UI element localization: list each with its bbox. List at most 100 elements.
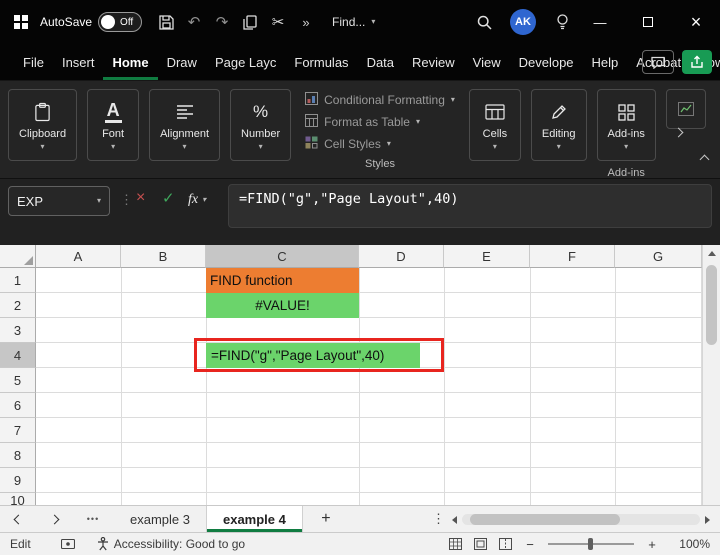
accessibility-status[interactable]: Accessibility: Good to go <box>97 537 245 551</box>
collapse-ribbon-button[interactable] <box>701 150 708 168</box>
chevron-down-icon: ▾ <box>624 143 628 151</box>
zoom-slider[interactable] <box>548 543 634 545</box>
tab-help[interactable]: Help <box>583 44 628 80</box>
minimize-button[interactable]: — <box>576 0 624 44</box>
column-header-e[interactable]: E <box>444 245 530 268</box>
scroll-left-icon[interactable] <box>452 516 457 524</box>
sheet-prev-button[interactable] <box>0 506 36 532</box>
row-header-4[interactable]: 4 <box>0 343 36 368</box>
copy-icon[interactable] <box>236 7 264 37</box>
maximize-button[interactable] <box>624 0 672 44</box>
addin-tile[interactable] <box>666 89 706 129</box>
sheet-next-button[interactable] <box>36 506 72 532</box>
row-header-8[interactable]: 8 <box>0 443 36 468</box>
save-icon[interactable] <box>152 7 180 37</box>
tab-file[interactable]: File <box>14 44 53 80</box>
tab-home[interactable]: Home <box>103 44 157 80</box>
page-break-icon <box>499 538 512 550</box>
autosave-toggle[interactable]: Off <box>98 12 142 32</box>
formula-input[interactable]: =FIND("g","Page Layout",40) <box>228 184 712 228</box>
horizontal-scrollbar[interactable] <box>452 513 710 526</box>
comments-button[interactable] <box>642 50 674 74</box>
insert-function-button[interactable]: fx ▾ <box>188 192 206 208</box>
app-launcher-icon[interactable] <box>10 11 32 33</box>
tab-page-layout[interactable]: Page Layc <box>206 44 285 80</box>
tab-developer[interactable]: Develope <box>510 44 583 80</box>
sheet-menu-button[interactable]: ⋮ <box>432 506 445 532</box>
sheet-tab-example-4[interactable]: example 4 <box>206 506 303 532</box>
column-header-b[interactable]: B <box>121 245 206 268</box>
tab-formulas[interactable]: Formulas <box>285 44 357 80</box>
zoom-in-button[interactable]: + <box>646 537 658 552</box>
font-group-button[interactable]: A Font ▾ <box>87 89 139 161</box>
zoom-slider-thumb[interactable] <box>588 538 593 550</box>
row-header-10[interactable]: 10 <box>0 493 36 505</box>
alignment-group-button[interactable]: Alignment ▾ <box>149 89 220 161</box>
tab-data[interactable]: Data <box>358 44 403 80</box>
column-header-g[interactable]: G <box>615 245 702 268</box>
normal-view-button[interactable] <box>449 538 462 550</box>
close-button[interactable]: × <box>672 0 720 44</box>
horizontal-scrollbar-thumb[interactable] <box>470 514 620 525</box>
zoom-level[interactable]: 100% <box>670 537 710 551</box>
row-header-7[interactable]: 7 <box>0 418 36 443</box>
format-as-table-button[interactable]: Format as Table ▾ <box>305 114 455 130</box>
tab-insert[interactable]: Insert <box>53 44 104 80</box>
cell-c2[interactable]: #VALUE! <box>206 293 359 318</box>
row-header-9[interactable]: 9 <box>0 468 36 493</box>
page-break-view-button[interactable] <box>499 538 512 550</box>
ribbon-overflow-button[interactable] <box>675 123 682 141</box>
sheet-tab-example-3[interactable]: example 3 <box>114 506 206 532</box>
number-group-button[interactable]: % Number ▾ <box>230 89 291 161</box>
row-header-2[interactable]: 2 <box>0 293 36 318</box>
tab-draw[interactable]: Draw <box>158 44 206 80</box>
vertical-scrollbar-thumb[interactable] <box>706 265 717 345</box>
find-dropdown[interactable]: Find... ▾ <box>332 15 375 29</box>
toolbar-overflow-icon[interactable]: » <box>292 7 320 37</box>
column-header-a[interactable]: A <box>36 245 121 268</box>
zoom-out-button[interactable]: − <box>524 537 536 552</box>
row-header-5[interactable]: 5 <box>0 368 36 393</box>
group-label-editing: Editing <box>542 128 576 140</box>
cut-icon[interactable]: ✂ <box>264 7 292 37</box>
scroll-up-icon[interactable] <box>708 251 716 256</box>
scroll-right-icon[interactable] <box>705 516 710 524</box>
sheet-canvas[interactable]: FIND function #VALUE! =FIND("g","Page La… <box>36 268 702 505</box>
grid-line <box>359 268 360 505</box>
cells-group-button[interactable]: Cells ▾ <box>469 89 521 161</box>
cancel-icon[interactable]: × <box>136 190 145 206</box>
macro-record-icon[interactable] <box>61 539 75 549</box>
chevron-down-icon: ▾ <box>557 143 561 151</box>
column-header-f[interactable]: F <box>530 245 615 268</box>
row-header-1[interactable]: 1 <box>0 268 36 293</box>
enter-check-icon[interactable]: ✓ <box>162 191 175 206</box>
select-all-corner[interactable] <box>0 245 36 268</box>
share-icon <box>690 55 704 69</box>
page-layout-view-button[interactable] <box>474 538 487 550</box>
clipboard-group-button[interactable]: Clipboard ▾ <box>8 89 77 161</box>
share-button[interactable] <box>682 50 712 74</box>
lightbulb-icon[interactable] <box>548 7 576 37</box>
tab-view[interactable]: View <box>464 44 510 80</box>
cell-styles-button[interactable]: Cell Styles ▾ <box>305 136 455 152</box>
row-header-6[interactable]: 6 <box>0 393 36 418</box>
conditional-formatting-button[interactable]: Conditional Formatting ▾ <box>305 92 455 108</box>
column-header-c[interactable]: C <box>206 245 359 268</box>
cell-c1[interactable]: FIND function <box>206 268 359 293</box>
percent-symbol: % <box>253 102 268 122</box>
tab-review[interactable]: Review <box>403 44 464 80</box>
add-ins-button[interactable]: Add-ins ▾ <box>597 89 656 161</box>
avatar[interactable]: AK <box>510 9 536 35</box>
search-icon[interactable] <box>470 7 498 37</box>
add-sheet-button[interactable]: + <box>303 506 349 532</box>
horizontal-scrollbar-track[interactable] <box>462 514 700 525</box>
column-header-d[interactable]: D <box>359 245 444 268</box>
sheet-overflow-button[interactable]: ••• <box>72 506 114 532</box>
row-header-3[interactable]: 3 <box>0 318 36 343</box>
vertical-scrollbar[interactable] <box>702 245 720 505</box>
name-box[interactable]: EXP ▾ <box>8 186 110 216</box>
ribbon: Clipboard ▾ A Font ▾ Alignment ▾ <box>0 80 720 178</box>
undo-icon[interactable]: ↶ <box>180 7 208 37</box>
editing-group-button[interactable]: Editing ▾ <box>531 89 587 161</box>
redo-icon[interactable]: ↷ <box>208 7 236 37</box>
